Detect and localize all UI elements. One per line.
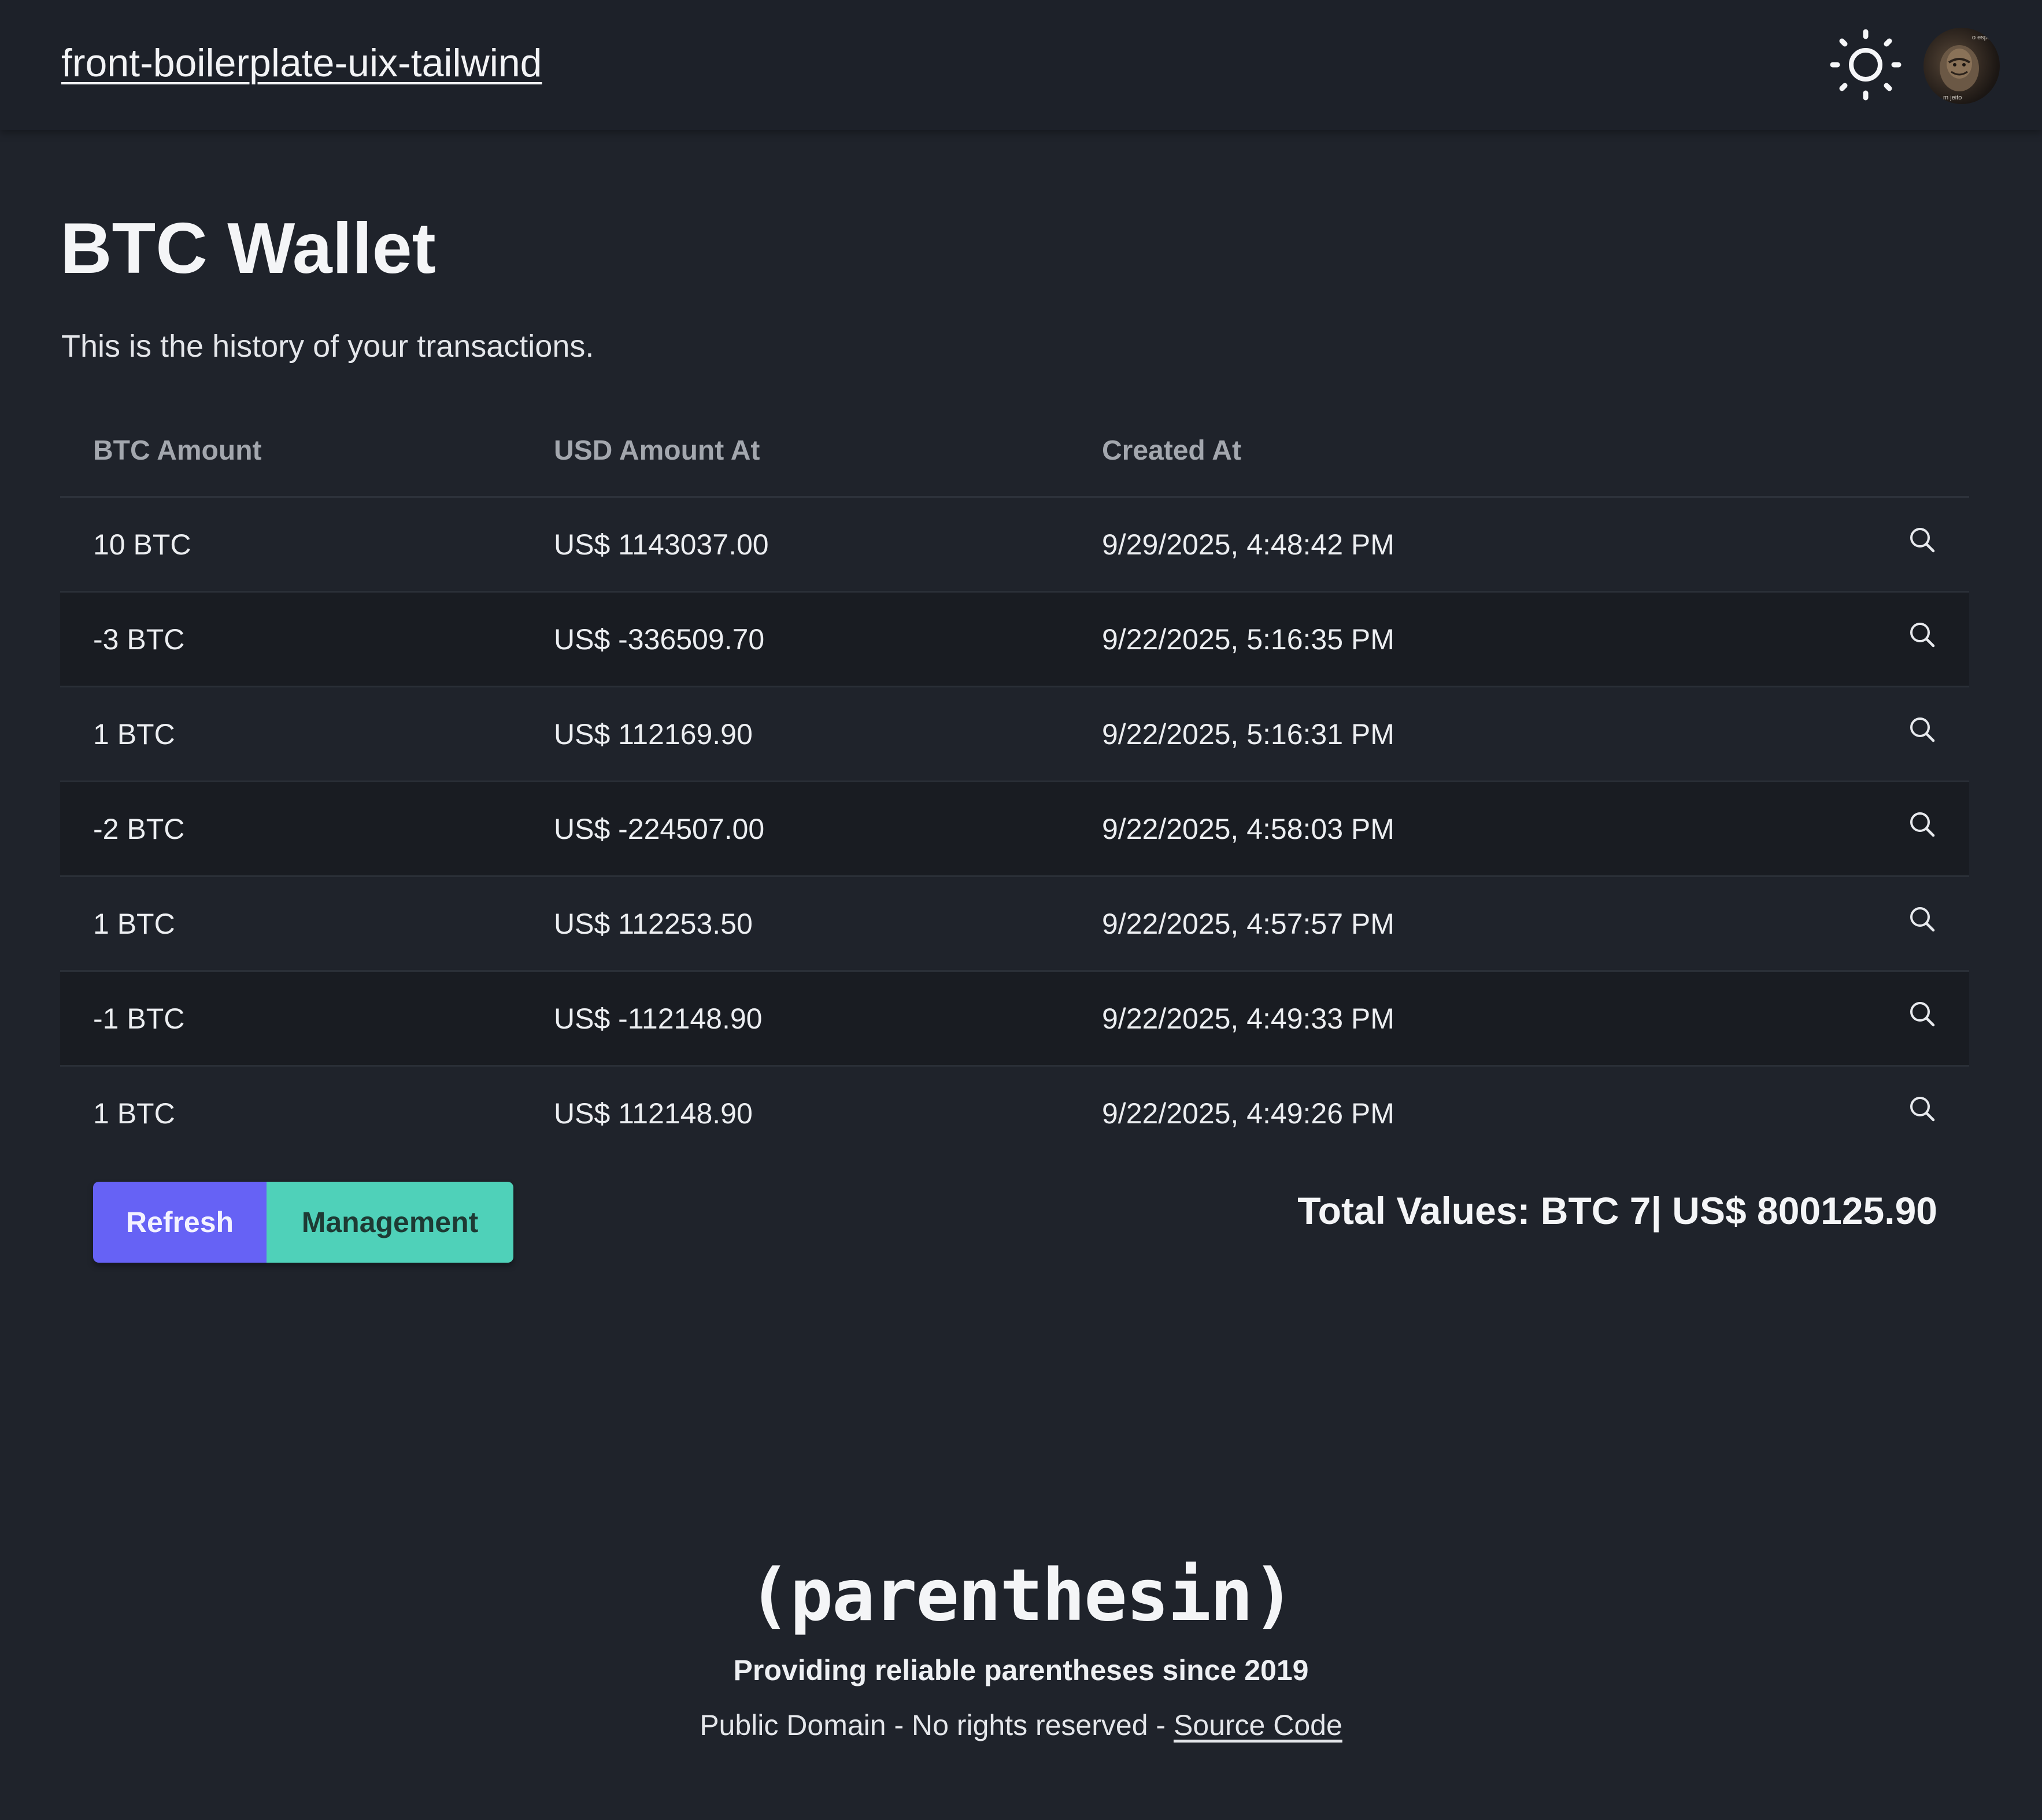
table-header: BTC Amount USD Amount At Created At [60,405,1969,498]
transactions-table: BTC Amount USD Amount At Created At 10 B… [60,405,1969,1160]
cell-created-at: 9/22/2025, 4:57:57 PM [1102,908,1394,940]
table-row: 1 BTC US$ 112169.90 9/22/2025, 5:16:31 P… [60,687,1969,782]
cell-created-at: 9/22/2025, 4:49:33 PM [1102,1003,1394,1035]
footer-tagline: Providing reliable parentheses since 201… [733,1654,1309,1686]
sun-icon [1830,29,1902,101]
refresh-button[interactable]: Refresh [93,1182,267,1263]
cell-usd-amount: US$ -112148.90 [554,1003,763,1035]
user-avatar[interactable]: o especialis m jeito [1923,28,2000,104]
header-created-at: Created At [1102,435,1241,466]
cell-created-at: 9/22/2025, 5:16:35 PM [1102,623,1394,656]
table-row: 1 BTC US$ 112148.90 9/22/2025, 4:49:26 P… [60,1067,1969,1160]
action-button-group: Refresh Management [93,1182,513,1263]
cell-usd-amount: US$ 112253.50 [554,908,753,940]
cell-usd-amount: US$ 1143037.00 [554,528,769,561]
table-row: 10 BTC US$ 1143037.00 9/29/2025, 4:48:42… [60,498,1969,593]
view-transaction-button[interactable] [1906,618,1940,653]
theme-toggle-button[interactable] [1829,28,1902,101]
table-row: 1 BTC US$ 112253.50 9/22/2025, 4:57:57 P… [60,877,1969,972]
cell-usd-amount: US$ 112169.90 [554,718,753,750]
cell-created-at: 9/22/2025, 4:49:26 PM [1102,1097,1394,1130]
cell-usd-amount: US$ 112148.90 [554,1097,753,1130]
table-row: -3 BTC US$ -336509.70 9/22/2025, 5:16:35… [60,593,1969,687]
page-title: BTC Wallet [60,209,436,288]
source-code-link[interactable]: Source Code [1174,1709,1342,1741]
cell-usd-amount: US$ -224507.00 [554,813,765,845]
cell-btc-amount: 1 BTC [93,908,175,940]
brand-link[interactable]: front-boilerplate-uix-tailwind [61,40,542,86]
view-transaction-button[interactable] [1906,1092,1940,1127]
search-icon [1910,528,1935,553]
page-subtitle: This is the history of your transactions… [61,329,594,364]
table-row: -2 BTC US$ -224507.00 9/22/2025, 4:58:03… [60,782,1969,877]
cell-btc-amount: 1 BTC [93,718,175,750]
view-transaction-button[interactable] [1906,902,1940,937]
cell-btc-amount: -2 BTC [93,813,185,845]
search-icon [1910,1097,1935,1122]
cell-btc-amount: -3 BTC [93,623,185,656]
cell-created-at: 9/29/2025, 4:48:42 PM [1102,528,1394,561]
view-transaction-button[interactable] [1906,808,1940,842]
footer-legal-text: Public Domain - No rights reserved - [700,1709,1174,1741]
header-usd-amount: USD Amount At [554,435,760,466]
search-icon [1910,812,1935,837]
avatar-caption-bottom: m jeito [1943,94,1962,101]
cell-btc-amount: -1 BTC [93,1003,185,1035]
view-transaction-button[interactable] [1906,997,1940,1032]
footer-logo: (parenthesin) [748,1554,1296,1637]
cell-created-at: 9/22/2025, 5:16:31 PM [1102,718,1394,750]
cell-btc-amount: 10 BTC [93,528,191,561]
search-icon [1910,1002,1935,1027]
search-icon [1910,717,1935,742]
search-icon [1910,907,1935,932]
cell-usd-amount: US$ -336509.70 [554,623,765,656]
footer-legal: Public Domain - No rights reserved - Sou… [0,1708,2042,1742]
view-transaction-button[interactable] [1906,523,1940,558]
total-values: Total Values: BTC 7| US$ 800125.90 [1297,1189,1937,1232]
table-row: -1 BTC US$ -112148.90 9/22/2025, 4:49:33… [60,972,1969,1067]
management-button[interactable]: Management [267,1182,513,1263]
navbar: front-boilerplate-uix-tailwind o especia… [0,0,2042,130]
avatar-image: o especialis m jeito [1940,34,2000,101]
view-transaction-button[interactable] [1906,713,1940,748]
cell-btc-amount: 1 BTC [93,1097,175,1130]
search-icon [1910,623,1935,648]
header-btc-amount: BTC Amount [93,435,262,466]
cell-created-at: 9/22/2025, 4:58:03 PM [1102,813,1394,845]
avatar-caption-top: o especialis [1972,34,2000,41]
